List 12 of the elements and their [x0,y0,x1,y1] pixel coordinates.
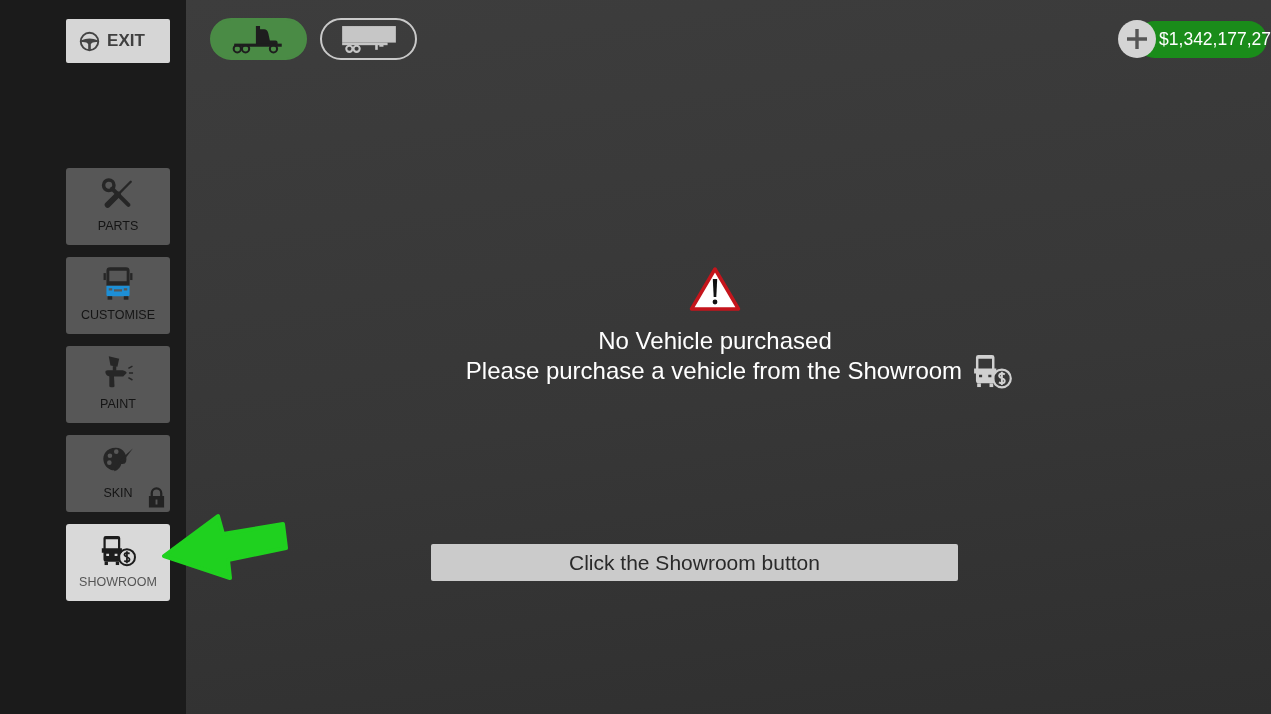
instruction-banner: Click the Showroom button [431,544,958,581]
balance-amount: $1,342,177,27 [1159,28,1271,50]
message-body: Please purchase a vehicle from the Showroom [465,357,963,385]
message-title: No Vehicle purchased [598,327,832,355]
vehicle-tab[interactable] [320,18,417,60]
showroom-button[interactable]: SHOWROOM [66,524,170,601]
vehicle-tab[interactable] [210,18,307,60]
steering-wheel-icon [79,30,101,52]
exit-button[interactable]: EXIT [66,19,170,63]
plus-icon [1126,28,1149,50]
add-funds-button[interactable] [1118,20,1157,58]
warning-icon [689,266,741,312]
